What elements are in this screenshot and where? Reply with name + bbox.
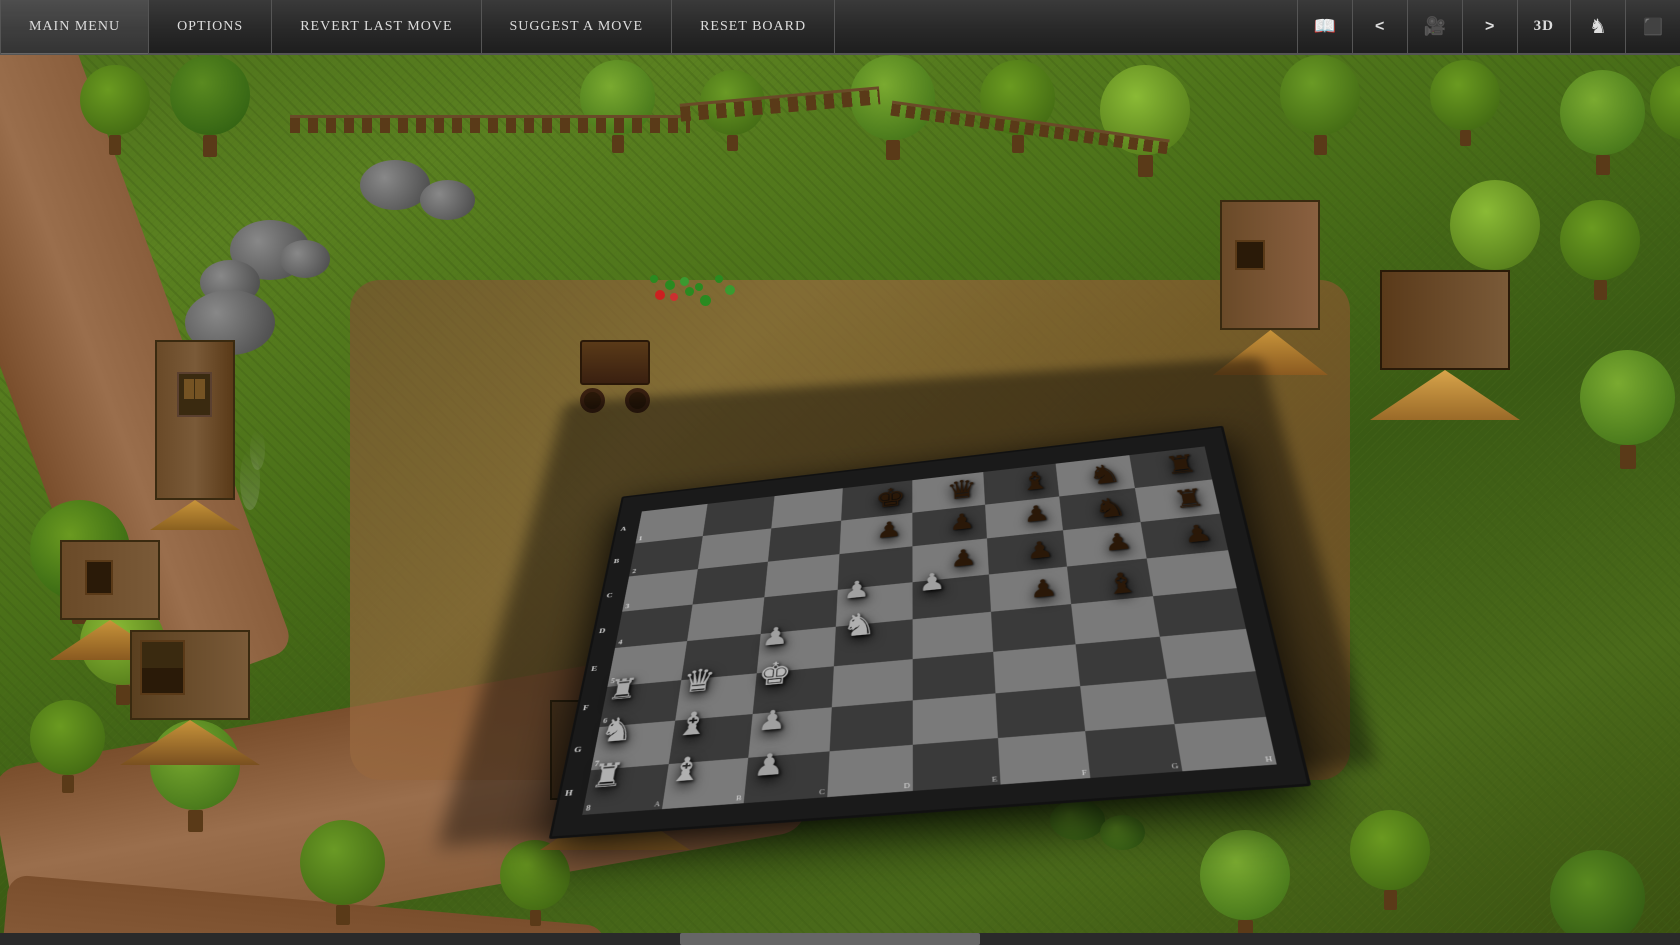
camera-icon-button[interactable]: 🎥: [1407, 0, 1462, 54]
rock: [420, 180, 475, 220]
game-background: 1 2: [0, 0, 1680, 945]
building-left-mid: [130, 630, 260, 765]
view-3d-button[interactable]: 3D: [1517, 0, 1570, 54]
tree: [1560, 200, 1640, 300]
options-button[interactable]: Options: [149, 0, 272, 54]
tree: [980, 60, 1055, 153]
revert-last-move-button[interactable]: Revert Last Move: [272, 0, 481, 54]
tree: [1430, 60, 1500, 146]
tree: [1650, 65, 1680, 158]
tree: [170, 55, 250, 157]
suggest-move-button[interactable]: Suggest a move: [482, 0, 673, 54]
toolbar: Main Menu Options Revert Last Move Sugge…: [0, 0, 1680, 55]
next-button[interactable]: >: [1462, 0, 1517, 54]
prev-icon: <: [1375, 18, 1384, 36]
tree: [1580, 350, 1675, 469]
building-tower: [155, 340, 240, 530]
chess-board-area[interactable]: 1 2: [440, 270, 1390, 870]
toolbar-right: 📖 < 🎥 > 3D ♞ ⬛: [1297, 0, 1680, 54]
next-icon: >: [1485, 18, 1494, 36]
tree: [1280, 55, 1360, 155]
tree: [1100, 65, 1190, 177]
tree: [1550, 850, 1645, 945]
tree: [1560, 70, 1645, 175]
tree: [80, 65, 150, 155]
checkerboard-icon: ⬛: [1643, 17, 1663, 37]
camera-icon: 🎥: [1423, 16, 1445, 37]
knight-icon-button[interactable]: ♞: [1570, 0, 1625, 54]
tree: [300, 820, 385, 925]
book-icon: 📖: [1313, 16, 1335, 37]
book-icon-button[interactable]: 📖: [1297, 0, 1352, 54]
rock: [280, 240, 330, 278]
prev-button[interactable]: <: [1352, 0, 1407, 54]
reset-board-button[interactable]: Reset Board: [672, 0, 835, 54]
bottom-scrollbar[interactable]: [0, 933, 1680, 945]
fence: [290, 115, 690, 133]
tree: [30, 700, 105, 793]
main-menu-button[interactable]: Main Menu: [0, 0, 149, 54]
building-far-right: [1380, 270, 1520, 420]
scrollbar-thumb[interactable]: [680, 933, 980, 945]
smoke: [250, 430, 265, 470]
board-icon-button[interactable]: ⬛: [1625, 0, 1680, 54]
tree: [580, 60, 655, 153]
knight-icon: ♞: [1589, 14, 1607, 39]
